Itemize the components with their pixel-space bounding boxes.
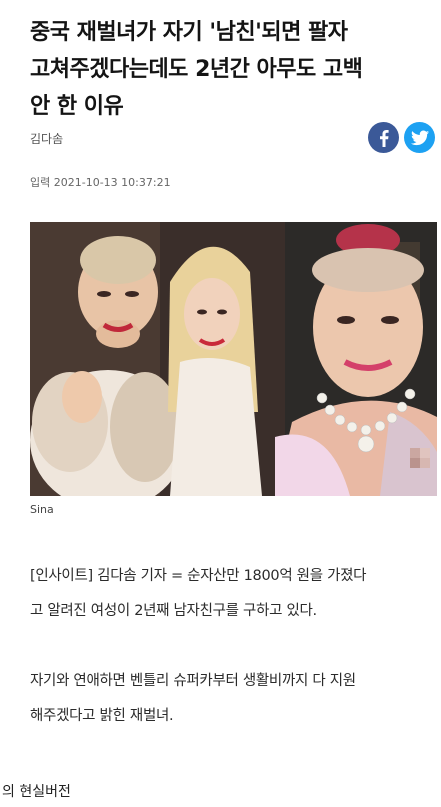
article-photo bbox=[30, 222, 437, 496]
twitter-share-button[interactable] bbox=[404, 122, 435, 153]
author-row: 김다솜 bbox=[30, 120, 435, 156]
post-caption: 의 현실버전 bbox=[2, 784, 71, 800]
article-headline: 중국 재벌녀가 자기 '남친'되면 팔자 고쳐주겠다는데도 2년간 아무도 고백… bbox=[30, 14, 430, 125]
paragraph: [인사이트] 김다솜 기자 = 순자산만 1800억 원을 가졌다 고 알려진 … bbox=[30, 559, 440, 629]
article: 중국 재벌녀가 자기 '남친'되면 팔자 고쳐주겠다는데도 2년간 아무도 고백… bbox=[0, 0, 441, 775]
paragraph-line: [인사이트] 김다솜 기자 = 순자산만 1800억 원을 가졌다 bbox=[30, 568, 367, 584]
publish-date: 입력 2021-10-13 10:37:21 bbox=[30, 174, 171, 190]
photo-credit: Sina bbox=[30, 503, 54, 516]
article-body: [인사이트] 김다솜 기자 = 순자산만 1800억 원을 가졌다 고 알려진 … bbox=[30, 559, 440, 769]
date-value: 2021-10-13 10:37:21 bbox=[53, 176, 171, 189]
photo-illustration bbox=[30, 222, 437, 496]
paragraph: 자기와 연애하면 벤틀리 슈퍼카부터 생활비까지 다 지원 해주겠다고 밝힌 재… bbox=[30, 664, 440, 734]
date-label: 입력 bbox=[30, 176, 51, 189]
paragraph-line: 자기와 연애하면 벤틀리 슈퍼카부터 생활비까지 다 지원 bbox=[30, 673, 356, 689]
facebook-share-button[interactable] bbox=[368, 122, 399, 153]
twitter-icon bbox=[410, 130, 429, 145]
headline-line: 고쳐주겠다는데도 2년간 아무도 고백 bbox=[30, 57, 363, 82]
paragraph-line: 고 알려진 여성이 2년째 남자친구를 구하고 있다. bbox=[30, 603, 317, 619]
author-name[interactable]: 김다솜 bbox=[30, 130, 63, 147]
paragraph-line: 해주겠다고 밝힌 재벌녀. bbox=[30, 708, 174, 724]
headline-line: 중국 재벌녀가 자기 '남친'되면 팔자 bbox=[30, 20, 348, 45]
facebook-icon bbox=[379, 129, 389, 147]
